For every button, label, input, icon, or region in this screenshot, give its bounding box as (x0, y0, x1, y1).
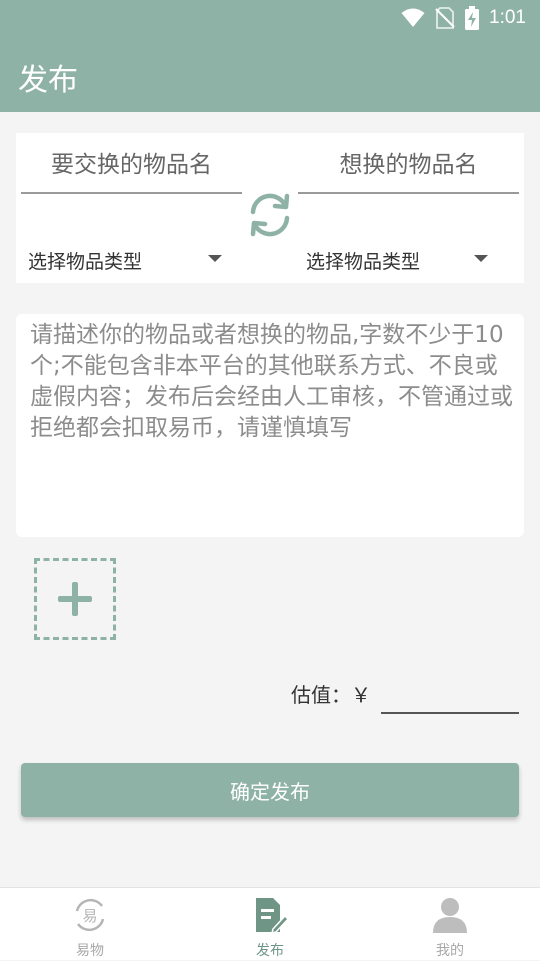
status-time: 1:01 (489, 7, 526, 28)
description-card (16, 314, 524, 537)
battery-charging-icon (465, 6, 480, 30)
nav-item-profile[interactable]: 我的 (360, 888, 540, 961)
profile-icon (433, 898, 467, 933)
nav-label-exchange: 易物 (76, 943, 104, 959)
wanted-item-name-input[interactable] (298, 138, 519, 194)
svg-text:易: 易 (82, 907, 97, 925)
submit-button[interactable]: 确定发布 (21, 763, 519, 817)
valuation-label: 估值：￥ (291, 683, 371, 707)
swap-arrows-icon[interactable] (245, 190, 295, 240)
publish-icon (256, 898, 289, 934)
status-bar: 1:01 (0, 0, 540, 36)
no-sim-icon (435, 7, 455, 29)
bottom-nav: 易 易物 发布 我的 (0, 887, 540, 960)
page-title: 发布 (18, 63, 78, 98)
status-icons: 1:01 (401, 6, 526, 30)
wanted-item-type-select[interactable]: 选择物品类型 (306, 245, 496, 275)
app-bar: 发布 (0, 36, 540, 112)
own-item-name-input[interactable] (21, 138, 242, 194)
nav-label-publish: 发布 (256, 943, 284, 959)
chevron-down-icon (208, 255, 222, 262)
swap-card: 选择物品类型 选择物品类型 (16, 133, 524, 283)
chevron-down-icon (474, 255, 488, 262)
own-item-type-select[interactable]: 选择物品类型 (28, 245, 222, 275)
add-image-button[interactable] (34, 558, 116, 640)
nav-item-exchange[interactable]: 易 易物 (0, 888, 180, 961)
nav-label-profile: 我的 (436, 943, 464, 959)
own-item-type-label: 选择物品类型 (28, 250, 143, 273)
wifi-icon (401, 8, 425, 27)
plus-icon-vertical (72, 582, 78, 616)
nav-item-publish[interactable]: 发布 (180, 888, 360, 961)
exchange-icon: 易 (75, 898, 105, 932)
valuation-input[interactable] (381, 672, 519, 714)
wanted-item-type-label: 选择物品类型 (306, 250, 421, 273)
description-textarea[interactable] (30, 320, 516, 525)
